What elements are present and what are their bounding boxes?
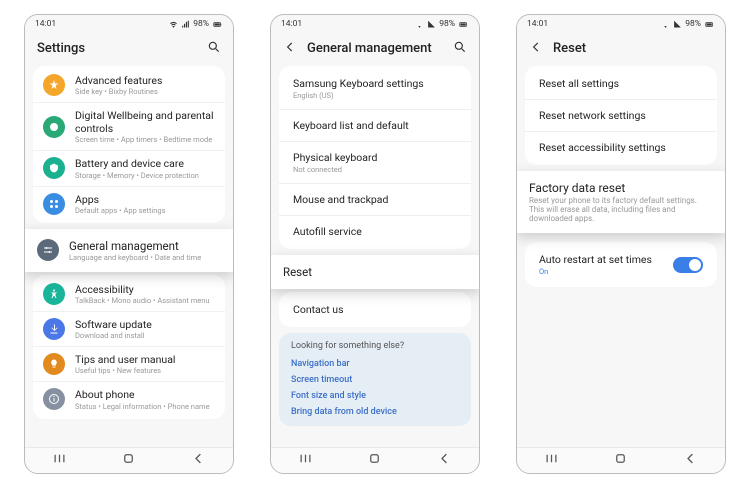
status-bar: 14:01 98% xyxy=(271,15,479,33)
item-digital-wellbeing[interactable]: Digital Wellbeing and parental controlsS… xyxy=(33,102,225,150)
nav-recent[interactable] xyxy=(544,451,559,470)
reset-card-2: Auto restart at set times On xyxy=(525,242,717,287)
back-icon[interactable] xyxy=(529,39,543,58)
wifi-icon xyxy=(169,20,178,29)
row-keyboard-list[interactable]: Keyboard list and default xyxy=(279,110,471,142)
search-icon[interactable] xyxy=(207,39,221,58)
info-icon xyxy=(43,388,65,410)
nav-back[interactable] xyxy=(437,451,452,470)
header: General management xyxy=(271,33,479,66)
settings-card-top: Advanced featuresSide key • Bixby Routin… xyxy=(33,66,225,223)
row-reset-all[interactable]: Reset all settings xyxy=(525,68,717,100)
item-advanced-features[interactable]: Advanced featuresSide key • Bixby Routin… xyxy=(33,68,225,102)
gm-content: Samsung Keyboard settingsEnglish (US) Ke… xyxy=(271,66,479,447)
highlight-factory-reset[interactable]: Factory data reset Reset your phone to i… xyxy=(517,171,725,233)
item-battery-care[interactable]: Battery and device careStorage • Memory … xyxy=(33,150,225,185)
row-physical-keyboard[interactable]: Physical keyboardNot connected xyxy=(279,142,471,184)
item-apps[interactable]: AppsDefault apps • App settings xyxy=(33,186,225,221)
highlight-reset[interactable]: Reset xyxy=(271,255,479,289)
page-title: Settings xyxy=(37,41,197,56)
nav-recent[interactable] xyxy=(52,451,67,470)
status-battery: 98% xyxy=(193,19,209,29)
battery-icon xyxy=(704,20,715,29)
row-samsung-keyboard[interactable]: Samsung Keyboard settingsEnglish (US) xyxy=(279,68,471,110)
signal-icon xyxy=(181,20,190,29)
status-right: 98% xyxy=(415,19,469,29)
status-right: 98% xyxy=(661,19,715,29)
nav-back[interactable] xyxy=(191,451,206,470)
highlight-general-management[interactable]: General managementLanguage and keyboard … xyxy=(25,229,233,272)
status-bar: 14:01 98% xyxy=(517,15,725,33)
star-icon xyxy=(43,74,65,96)
item-software-update[interactable]: Software updateDownload and install xyxy=(33,311,225,346)
status-battery: 98% xyxy=(439,19,455,29)
signal-icon xyxy=(673,20,682,29)
battery-icon xyxy=(458,20,469,29)
nav-bar xyxy=(271,447,479,473)
status-time: 14:01 xyxy=(35,19,56,29)
gm-card-1: Samsung Keyboard settingsEnglish (US) Ke… xyxy=(279,66,471,249)
toggle-auto-restart[interactable] xyxy=(673,257,703,273)
wifi-icon xyxy=(661,20,670,29)
status-right: 98% xyxy=(169,19,223,29)
item-tips[interactable]: Tips and user manualUseful tips • New fe… xyxy=(33,346,225,381)
wellbeing-icon xyxy=(43,116,65,138)
battery-icon xyxy=(212,20,223,29)
phone-reset: 14:01 98% Reset Reset all settings Reset… xyxy=(516,14,726,474)
settings-card-bottom: AccessibilityTalkBack • Mono audio • Ass… xyxy=(33,275,225,419)
row-reset-network[interactable]: Reset network settings xyxy=(525,100,717,132)
wifi-icon xyxy=(415,20,424,29)
item-about-phone[interactable]: About phoneStatus • Legal information • … xyxy=(33,381,225,416)
bulb-icon xyxy=(43,353,65,375)
link-screen-timeout[interactable]: Screen timeout xyxy=(291,372,459,388)
row-contact-us[interactable]: Contact us xyxy=(279,294,471,325)
row-autofill[interactable]: Autofill service xyxy=(279,216,471,247)
row-mouse-trackpad[interactable]: Mouse and trackpad xyxy=(279,184,471,216)
status-time: 14:01 xyxy=(527,19,548,29)
status-battery: 98% xyxy=(685,19,701,29)
page-title: Reset xyxy=(553,41,713,56)
phone-general-management: 14:01 98% General management Samsung Key… xyxy=(270,14,480,474)
gm-card-2: Contact us xyxy=(279,292,471,327)
download-icon xyxy=(43,318,65,340)
nav-bar xyxy=(517,447,725,473)
accessibility-icon xyxy=(43,283,65,305)
looking-card: Looking for something else? Navigation b… xyxy=(279,333,471,426)
link-font-size[interactable]: Font size and style xyxy=(291,388,459,404)
search-icon[interactable] xyxy=(453,39,467,58)
looking-heading: Looking for something else? xyxy=(291,341,459,351)
item-accessibility[interactable]: AccessibilityTalkBack • Mono audio • Ass… xyxy=(33,277,225,311)
nav-back[interactable] xyxy=(683,451,698,470)
nav-home[interactable] xyxy=(121,451,136,470)
link-navigation-bar[interactable]: Navigation bar xyxy=(291,356,459,372)
link-bring-data[interactable]: Bring data from old device xyxy=(291,404,459,420)
nav-home[interactable] xyxy=(367,451,382,470)
reset-card-1: Reset all settings Reset network setting… xyxy=(525,66,717,165)
nav-home[interactable] xyxy=(613,451,628,470)
row-reset-accessibility[interactable]: Reset accessibility settings xyxy=(525,132,717,163)
back-icon[interactable] xyxy=(283,39,297,58)
settings-content: Advanced featuresSide key • Bixby Routin… xyxy=(25,66,233,447)
nav-bar xyxy=(25,447,233,473)
phone-settings: 14:01 98% Settings Advanced featuresSide… xyxy=(24,14,234,474)
care-icon xyxy=(43,157,65,179)
header: Reset xyxy=(517,33,725,66)
row-auto-restart[interactable]: Auto restart at set times On xyxy=(525,244,717,285)
signal-icon xyxy=(427,20,436,29)
header: Settings xyxy=(25,33,233,66)
page-title: General management xyxy=(307,41,443,56)
status-time: 14:01 xyxy=(281,19,302,29)
nav-recent[interactable] xyxy=(298,451,313,470)
sliders-icon xyxy=(37,239,59,261)
apps-icon xyxy=(43,193,65,215)
reset-content: Reset all settings Reset network setting… xyxy=(517,66,725,447)
status-bar: 14:01 98% xyxy=(25,15,233,33)
